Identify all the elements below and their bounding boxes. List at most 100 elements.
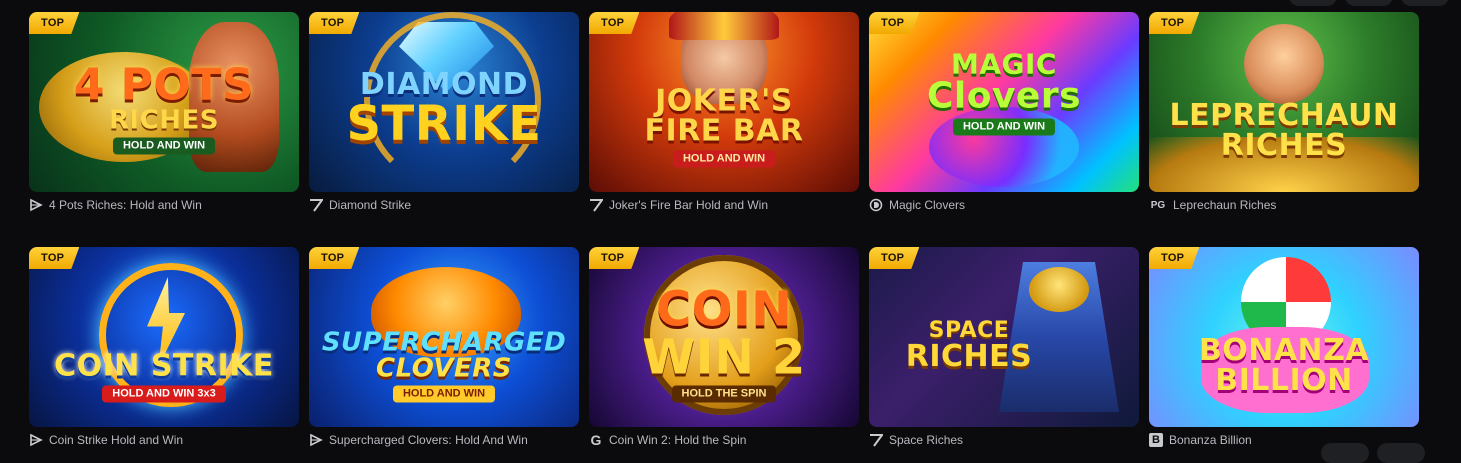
game-thumbnail[interactable]: TOP 4 POTS RICHES HOLD AND WIN xyxy=(29,12,299,192)
control-pill[interactable] xyxy=(1377,443,1425,463)
game-card[interactable]: TOP COIN WIN 2 HOLD THE SPIN G Coin Win … xyxy=(589,247,859,448)
logo-subtitle: HOLD AND WIN xyxy=(952,118,1056,136)
top-badge: TOP xyxy=(309,247,360,269)
game-title[interactable]: Coin Win 2: Hold the Spin xyxy=(609,433,746,447)
top-badge: TOP xyxy=(29,12,80,34)
control-pill[interactable] xyxy=(1401,0,1449,6)
top-badge: TOP xyxy=(869,247,920,269)
logo-line-1: 4 POTS xyxy=(73,59,255,111)
top-badge: TOP xyxy=(589,12,640,34)
game-card[interactable]: TOP JOKER'S FIRE BAR HOLD AND WIN Joker'… xyxy=(589,12,859,213)
game-logo: 4 POTS RICHES HOLD AND WIN xyxy=(29,59,299,155)
game-logo: COIN WIN 2 HOLD THE SPIN xyxy=(589,286,859,403)
game-title[interactable]: Leprechaun Riches xyxy=(1173,198,1276,212)
game-card[interactable]: TOP DIAMOND STRIKE Diamond Strike xyxy=(309,12,579,213)
pg-icon: PG xyxy=(1150,199,1166,211)
logo-line-1: JOKER'S xyxy=(655,83,793,119)
game-title[interactable]: Joker's Fire Bar Hold and Win xyxy=(609,198,768,212)
top-badge: TOP xyxy=(309,12,360,34)
top-badge: TOP xyxy=(29,247,80,269)
game-thumbnail[interactable]: TOP MAGIC Clovers HOLD AND WIN xyxy=(869,12,1139,192)
top-badge: TOP xyxy=(1149,247,1200,269)
game-title[interactable]: 4 Pots Riches: Hold and Win xyxy=(49,198,202,212)
logo-line-2: RICHES xyxy=(108,105,220,136)
game-title[interactable]: Coin Strike Hold and Win xyxy=(49,433,183,447)
logo-line-2: FIRE BAR xyxy=(644,113,804,149)
game-thumbnail[interactable]: TOP JOKER'S FIRE BAR HOLD AND WIN xyxy=(589,12,859,192)
logo-subtitle: HOLD AND WIN xyxy=(112,137,216,155)
game-card[interactable]: TOP SUPERCHARGED CLOVERS HOLD AND WIN Su… xyxy=(309,247,579,448)
logo-line-2: CLOVERS xyxy=(375,353,513,384)
logo-line-2: BILLION xyxy=(1215,362,1353,398)
game-card[interactable]: TOP LEPRECHAUN RICHES PG Leprechaun Rich… xyxy=(1149,12,1419,213)
game-thumbnail[interactable]: TOP BONANZA BILLION xyxy=(1149,247,1419,427)
game-thumbnail[interactable]: TOP LEPRECHAUN RICHES xyxy=(1149,12,1419,192)
game-caption[interactable]: Joker's Fire Bar Hold and Win xyxy=(589,197,859,213)
logo-line-2: STRIKE xyxy=(346,96,542,153)
game-grid: TOP 4 POTS RICHES HOLD AND WIN 4 Pots Ri… xyxy=(29,12,1419,448)
game-caption[interactable]: Space Riches xyxy=(869,432,1139,448)
logo-line-2: WIN 2 xyxy=(642,329,806,386)
bottom-controls xyxy=(1321,443,1425,463)
logo-line-2: RICHES xyxy=(1220,127,1348,163)
game-logo: DIAMOND STRIKE xyxy=(309,70,579,153)
control-pill[interactable] xyxy=(1289,0,1337,6)
game-card[interactable]: TOP 4 POTS RICHES HOLD AND WIN 4 Pots Ri… xyxy=(29,12,299,213)
logo-subtitle: HOLD THE SPIN xyxy=(671,385,777,403)
top-controls xyxy=(1289,0,1449,6)
play-triangle-icon xyxy=(309,433,323,447)
seven-icon xyxy=(589,198,603,212)
control-pill[interactable] xyxy=(1345,0,1393,6)
logo-line-2: RICHES xyxy=(905,339,1033,374)
game-caption[interactable]: 4 Pots Riches: Hold and Win xyxy=(29,197,299,213)
game-logo: SPACE RICHES xyxy=(869,320,1139,372)
logo-line-1: SUPERCHARGED xyxy=(321,327,567,358)
logo-subtitle: HOLD AND WIN xyxy=(672,150,776,168)
game-thumbnail[interactable]: TOP SUPERCHARGED CLOVERS HOLD AND WIN xyxy=(309,247,579,427)
game-thumbnail[interactable]: TOP SPACE RICHES xyxy=(869,247,1139,427)
game-logo: LEPRECHAUN RICHES xyxy=(1149,97,1419,163)
game-caption[interactable]: Supercharged Clovers: Hold And Win xyxy=(309,432,579,448)
logo-line-1: BONANZA xyxy=(1198,332,1370,368)
g-logo-icon: G xyxy=(590,432,602,448)
game-card[interactable]: TOP MAGIC Clovers HOLD AND WIN Magic Clo… xyxy=(869,12,1139,213)
logo-subtitle: HOLD AND WIN 3x3 xyxy=(102,385,226,403)
game-logo: MAGIC Clovers HOLD AND WIN xyxy=(869,47,1139,136)
game-title[interactable]: Diamond Strike xyxy=(329,198,411,212)
game-thumbnail[interactable]: TOP COIN WIN 2 HOLD THE SPIN xyxy=(589,247,859,427)
d-logo-icon xyxy=(869,198,883,212)
game-thumbnail[interactable]: TOP DIAMOND STRIKE xyxy=(309,12,579,192)
game-logo: COIN STRIKE HOLD AND WIN 3x3 xyxy=(29,348,299,403)
seven-icon xyxy=(309,198,323,212)
top-badge: TOP xyxy=(869,12,920,34)
game-caption[interactable]: G Coin Win 2: Hold the Spin xyxy=(589,432,859,448)
b-logo-icon: B xyxy=(1149,433,1163,447)
game-caption[interactable]: PG Leprechaun Riches xyxy=(1149,197,1419,213)
logo-line-1: COIN xyxy=(655,281,793,338)
game-card[interactable]: TOP SPACE RICHES Space Riches xyxy=(869,247,1139,448)
game-title[interactable]: Magic Clovers xyxy=(889,198,965,212)
logo-subtitle: HOLD AND WIN xyxy=(392,385,496,403)
top-badge: TOP xyxy=(589,247,640,269)
control-pill[interactable] xyxy=(1321,443,1369,463)
logo-line-1: COIN STRIKE xyxy=(54,348,274,384)
top-badge: TOP xyxy=(1149,12,1200,34)
game-caption[interactable]: Diamond Strike xyxy=(309,197,579,213)
game-logo: SUPERCHARGED CLOVERS HOLD AND WIN xyxy=(309,327,579,403)
game-logo: JOKER'S FIRE BAR HOLD AND WIN xyxy=(589,83,859,168)
play-triangle-icon xyxy=(29,198,43,212)
game-title[interactable]: Space Riches xyxy=(889,433,963,447)
play-triangle-icon xyxy=(29,433,43,447)
logo-line-2: Clovers xyxy=(926,75,1082,117)
logo-line-1: LEPRECHAUN xyxy=(1169,97,1399,133)
seven-icon xyxy=(869,433,883,447)
game-caption[interactable]: Magic Clovers xyxy=(869,197,1139,213)
game-title[interactable]: Supercharged Clovers: Hold And Win xyxy=(329,433,528,447)
game-title[interactable]: Bonanza Billion xyxy=(1169,433,1252,447)
game-card[interactable]: TOP COIN STRIKE HOLD AND WIN 3x3 Coin St… xyxy=(29,247,299,448)
logo-line-1: MAGIC xyxy=(951,47,1057,81)
game-thumbnail[interactable]: TOP COIN STRIKE HOLD AND WIN 3x3 xyxy=(29,247,299,427)
game-caption[interactable]: Coin Strike Hold and Win xyxy=(29,432,299,448)
game-card[interactable]: TOP BONANZA BILLION B Bonanza Billion xyxy=(1149,247,1419,448)
game-logo: BONANZA BILLION xyxy=(1149,332,1419,398)
